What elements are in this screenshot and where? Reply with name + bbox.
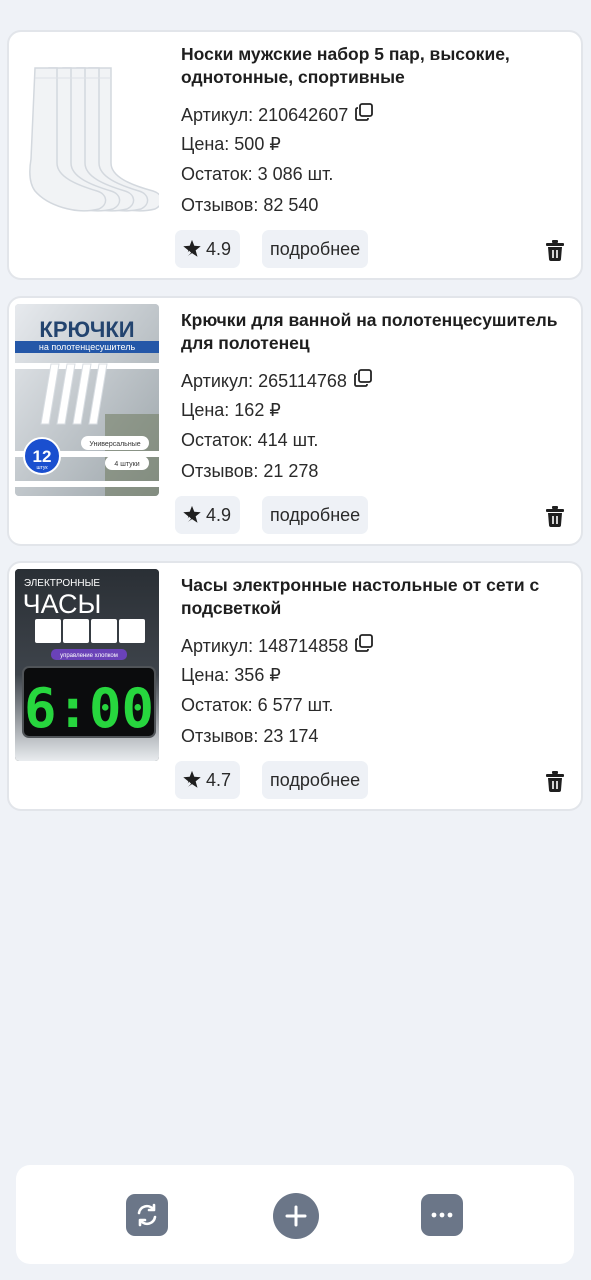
- stock-value: 3 086 шт.: [257, 164, 334, 184]
- copy-icon[interactable]: [354, 102, 374, 122]
- star-hand-icon: [182, 770, 201, 791]
- reviews-row: Отзывов: 23 174: [181, 725, 318, 747]
- price-label: Цена:: [181, 134, 230, 154]
- image-badge-num: 12: [33, 447, 52, 466]
- stock-label: Остаток:: [181, 164, 253, 184]
- product-title: Часы электронные настольные от сети с по…: [181, 575, 540, 618]
- stock-value: 6 577 шт.: [257, 695, 334, 715]
- product-image-socks: [15, 38, 159, 230]
- trash-icon[interactable]: [545, 239, 565, 261]
- rating-value: 4.7: [206, 769, 232, 790]
- image-strip: управление хлопком: [60, 653, 118, 659]
- reviews-row: Отзывов: 82 540: [181, 194, 318, 216]
- details-button[interactable]: подробнее: [262, 496, 369, 534]
- image-subline: на полотенцесушитель: [39, 342, 136, 352]
- stock-label: Остаток:: [181, 695, 253, 715]
- rating-chip: 4.9: [175, 230, 240, 268]
- reviews-value: 21 278: [263, 461, 319, 481]
- article-label: Артикул:: [181, 636, 254, 656]
- image-tag-count: 4 штуки: [114, 461, 139, 468]
- product-title: Крючки для ванной на полотенцесушитель д…: [181, 310, 558, 353]
- price-value: 500 ₽: [234, 134, 281, 154]
- image-line2: ЧАСЫ: [23, 589, 102, 619]
- rating-value: 4.9: [206, 504, 232, 525]
- reviews-label: Отзывов:: [181, 461, 259, 481]
- price-row: Цена: 500 ₽: [181, 133, 281, 155]
- product-card: ЭЛЕКТРОННЫЕ ЧАСЫ управление хлопком 6:00…: [7, 561, 583, 811]
- trash-icon[interactable]: [545, 770, 565, 792]
- article-value: 265114768: [258, 371, 347, 391]
- reviews-label: Отзывов:: [181, 726, 259, 746]
- star-hand-icon: [182, 239, 201, 260]
- article-value: 148714858: [258, 636, 349, 656]
- rating-chip: 4.7: [175, 761, 240, 799]
- copy-icon[interactable]: [354, 633, 374, 653]
- more-dots-icon: [431, 1212, 453, 1218]
- product-image-hooks: КРЮЧКИ на полотенцесушитель 12 штук Унив…: [15, 304, 159, 496]
- article-label: Артикул:: [181, 105, 254, 125]
- rating-value: 4.9: [206, 238, 232, 259]
- article-value: 210642607: [258, 105, 349, 125]
- product-image-clock: ЭЛЕКТРОННЫЕ ЧАСЫ управление хлопком 6:00: [15, 569, 159, 761]
- stock-row: Остаток: 414 шт.: [181, 429, 318, 451]
- product-title: Носки мужские набор 5 пар, высокие, одно…: [181, 44, 510, 87]
- price-value: 356 ₽: [234, 665, 281, 685]
- image-tag-universal: Универсальные: [89, 441, 140, 448]
- star-hand-icon: [182, 505, 201, 526]
- price-row: Цена: 356 ₽: [181, 664, 281, 686]
- image-line1: ЭЛЕКТРОННЫЕ: [24, 578, 101, 589]
- details-button[interactable]: подробнее: [262, 761, 369, 799]
- rating-chip: 4.9: [175, 496, 240, 534]
- reviews-value: 82 540: [263, 195, 319, 215]
- product-card: КРЮЧКИ на полотенцесушитель 12 штук Унив…: [7, 296, 583, 546]
- add-button[interactable]: [273, 1193, 319, 1239]
- reviews-value: 23 174: [263, 726, 319, 746]
- image-headline: КРЮЧКИ: [39, 317, 134, 342]
- article-label: Артикул:: [181, 371, 254, 391]
- details-button[interactable]: подробнее: [262, 230, 369, 268]
- price-label: Цена:: [181, 400, 230, 420]
- stock-row: Остаток: 6 577 шт.: [181, 694, 333, 716]
- price-value: 162 ₽: [234, 400, 281, 420]
- image-clock-digits: 6:00: [24, 677, 154, 740]
- price-label: Цена:: [181, 665, 230, 685]
- more-menu-button[interactable]: [421, 1194, 463, 1236]
- article-row: Артикул: 148714858: [181, 633, 374, 657]
- copy-icon[interactable]: [353, 368, 373, 388]
- article-row: Артикул: 210642607: [181, 102, 374, 126]
- trash-icon[interactable]: [545, 505, 565, 527]
- price-row: Цена: 162 ₽: [181, 399, 281, 421]
- product-card: Носки мужские набор 5 пар, высокие, одно…: [7, 30, 583, 280]
- plus-icon: [285, 1205, 307, 1227]
- image-badge-unit: штук: [36, 465, 48, 471]
- stock-row: Остаток: 3 086 шт.: [181, 163, 333, 185]
- reviews-label: Отзывов:: [181, 195, 259, 215]
- article-row: Артикул: 265114768: [181, 368, 373, 392]
- refresh-button[interactable]: [126, 1194, 168, 1236]
- bottom-action-bar: [16, 1165, 574, 1264]
- stock-label: Остаток:: [181, 430, 253, 450]
- reviews-row: Отзывов: 21 278: [181, 460, 318, 482]
- stock-value: 414 шт.: [257, 430, 319, 450]
- refresh-icon: [137, 1203, 157, 1227]
